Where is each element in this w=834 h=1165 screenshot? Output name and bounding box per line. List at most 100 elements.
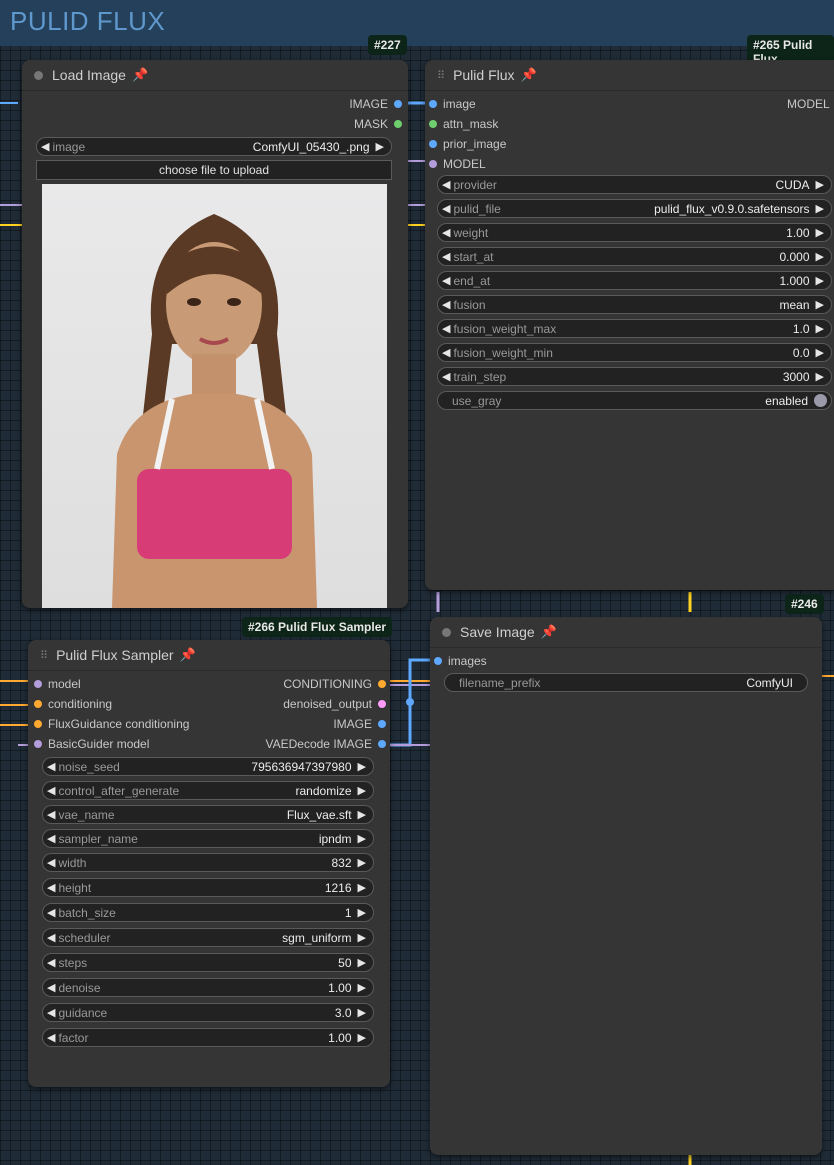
widget-end-at[interactable]: ◀ end_at 1.000 ▶ [437, 271, 832, 290]
node-status-dot[interactable] [34, 70, 43, 80]
left-arrow-icon[interactable]: ◀ [47, 760, 55, 773]
slot-dot-model[interactable] [34, 680, 42, 688]
left-arrow-icon[interactable]: ◀ [442, 178, 450, 191]
input-fluxguidance-conditioning[interactable]: FluxGuidance conditioning [34, 717, 189, 731]
right-arrow-icon[interactable]: ▶ [816, 274, 824, 287]
right-arrow-icon[interactable]: ▶ [358, 956, 366, 969]
widget-denoise[interactable]: ◀ denoise 1.00 ▶ [42, 978, 374, 997]
right-arrow-icon[interactable]: ▶ [358, 881, 366, 894]
widget-fusion-weight-min[interactable]: ◀ fusion_weight_min 0.0 ▶ [437, 343, 832, 362]
slot-dot-image[interactable] [394, 100, 402, 108]
widget-provider[interactable]: ◀ provider CUDA ▶ [437, 175, 832, 194]
group-title[interactable]: PULID FLUX [10, 6, 165, 37]
left-arrow-icon[interactable]: ◀ [41, 140, 49, 153]
widget-factor[interactable]: ◀ factor 1.00 ▶ [42, 1028, 374, 1047]
left-arrow-icon[interactable]: ◀ [47, 981, 55, 994]
save-image-node[interactable]: Save Image 📌 images filename_prefix Comf… [430, 617, 822, 1155]
right-arrow-icon[interactable]: ▶ [816, 346, 824, 359]
grip-icon[interactable]: ⠿ [437, 69, 445, 82]
left-arrow-icon[interactable]: ◀ [442, 298, 450, 311]
right-arrow-icon[interactable]: ▶ [358, 832, 366, 845]
output-mask[interactable]: MASK [354, 117, 402, 131]
right-arrow-icon[interactable]: ▶ [358, 856, 366, 869]
slot-dot-image[interactable] [429, 140, 437, 148]
load-image-node[interactable]: Load Image 📌 IMAGE MASK ◀ image ComfyUI_0… [22, 60, 408, 608]
pulid-flux-sampler-node[interactable]: ⠿ Pulid Flux Sampler 📌 model conditionin… [28, 640, 390, 1087]
slot-dot-latent[interactable] [378, 700, 386, 708]
grip-icon[interactable]: ⠿ [40, 649, 48, 662]
right-arrow-icon[interactable]: ▶ [358, 1006, 366, 1019]
widget-train-step[interactable]: ◀ train_step 3000 ▶ [437, 367, 832, 386]
widget-pulid-file[interactable]: ◀ pulid_file pulid_flux_v0.9.0.safetensor… [437, 199, 832, 218]
left-arrow-icon[interactable]: ◀ [47, 808, 55, 821]
pin-icon[interactable]: 📌 [541, 624, 557, 640]
toggle-knob-icon[interactable] [814, 394, 827, 407]
slot-dot-conditioning[interactable] [378, 680, 386, 688]
widget-sampler-name[interactable]: ◀ sampler_name ipndm ▶ [42, 829, 374, 848]
input-conditioning[interactable]: conditioning [34, 697, 112, 711]
left-arrow-icon[interactable]: ◀ [442, 250, 450, 263]
widget-filename-prefix[interactable]: filename_prefix ComfyUI [444, 673, 808, 692]
left-arrow-icon[interactable]: ◀ [47, 1006, 55, 1019]
output-conditioning[interactable]: CONDITIONING [283, 677, 386, 691]
pulid-flux-node[interactable]: ⠿ Pulid Flux 📌 image attn_mask prior_ima… [425, 60, 834, 590]
widget-noise-seed[interactable]: ◀ noise_seed 795636947397980 ▶ [42, 757, 374, 776]
right-arrow-icon[interactable]: ▶ [816, 370, 824, 383]
widget-start-at[interactable]: ◀ start_at 0.000 ▶ [437, 247, 832, 266]
slot-dot-mask[interactable] [429, 120, 437, 128]
input-model[interactable]: model [34, 677, 81, 691]
left-arrow-icon[interactable]: ◀ [442, 346, 450, 359]
right-arrow-icon[interactable]: ▶ [358, 1031, 366, 1044]
widget-guidance[interactable]: ◀ guidance 3.0 ▶ [42, 1003, 374, 1022]
pulid-flux-header[interactable]: ⠿ Pulid Flux 📌 [425, 60, 834, 91]
widget-batch-size[interactable]: ◀ batch_size 1 ▶ [42, 903, 374, 922]
output-model[interactable]: MODEL [787, 97, 830, 111]
output-image[interactable]: IMAGE [349, 97, 402, 111]
right-arrow-icon[interactable]: ▶ [816, 322, 824, 335]
widget-steps[interactable]: ◀ steps 50 ▶ [42, 953, 374, 972]
slot-dot-image[interactable] [378, 740, 386, 748]
left-arrow-icon[interactable]: ◀ [442, 274, 450, 287]
left-arrow-icon[interactable]: ◀ [47, 1031, 55, 1044]
input-prior-image[interactable]: prior_image [429, 137, 506, 151]
right-arrow-icon[interactable]: ▶ [358, 931, 366, 944]
slot-dot-conditioning[interactable] [34, 720, 42, 728]
right-arrow-icon[interactable]: ▶ [816, 202, 824, 215]
widget-height[interactable]: ◀ height 1216 ▶ [42, 878, 374, 897]
widget-use-gray-toggle[interactable]: use_gray enabled [437, 391, 832, 410]
output-image[interactable]: IMAGE [333, 717, 386, 731]
input-attn-mask[interactable]: attn_mask [429, 117, 498, 131]
load-image-header[interactable]: Load Image 📌 [22, 60, 408, 91]
slot-dot-model[interactable] [34, 740, 42, 748]
pin-icon[interactable]: 📌 [521, 67, 537, 83]
right-arrow-icon[interactable]: ▶ [376, 140, 384, 153]
right-arrow-icon[interactable]: ▶ [358, 981, 366, 994]
output-vaedecode-image[interactable]: VAEDecode IMAGE [266, 737, 386, 751]
save-image-header[interactable]: Save Image 📌 [430, 617, 822, 648]
left-arrow-icon[interactable]: ◀ [47, 931, 55, 944]
input-basicguider-model[interactable]: BasicGuider model [34, 737, 149, 751]
left-arrow-icon[interactable]: ◀ [442, 202, 450, 215]
left-arrow-icon[interactable]: ◀ [47, 784, 55, 797]
widget-scheduler[interactable]: ◀ scheduler sgm_uniform ▶ [42, 928, 374, 947]
input-images[interactable]: images [434, 654, 487, 668]
widget-width[interactable]: ◀ width 832 ▶ [42, 853, 374, 872]
right-arrow-icon[interactable]: ▶ [816, 250, 824, 263]
slot-dot-conditioning[interactable] [34, 700, 42, 708]
left-arrow-icon[interactable]: ◀ [47, 906, 55, 919]
output-denoised[interactable]: denoised_output [283, 697, 386, 711]
widget-fusion-weight-max[interactable]: ◀ fusion_weight_max 1.0 ▶ [437, 319, 832, 338]
widget-weight[interactable]: ◀ weight 1.00 ▶ [437, 223, 832, 242]
slot-dot-image[interactable] [434, 657, 442, 665]
right-arrow-icon[interactable]: ▶ [358, 808, 366, 821]
input-image[interactable]: image [429, 97, 476, 111]
left-arrow-icon[interactable]: ◀ [47, 832, 55, 845]
left-arrow-icon[interactable]: ◀ [47, 856, 55, 869]
widget-control-after-generate[interactable]: ◀ control_after_generate randomize ▶ [42, 781, 374, 800]
right-arrow-icon[interactable]: ▶ [816, 298, 824, 311]
slot-dot-mask[interactable] [394, 120, 402, 128]
left-arrow-icon[interactable]: ◀ [47, 881, 55, 894]
right-arrow-icon[interactable]: ▶ [358, 784, 366, 797]
image-select-widget[interactable]: ◀ image ComfyUI_05430_.png ▶ [36, 137, 392, 156]
slot-dot-image[interactable] [378, 720, 386, 728]
